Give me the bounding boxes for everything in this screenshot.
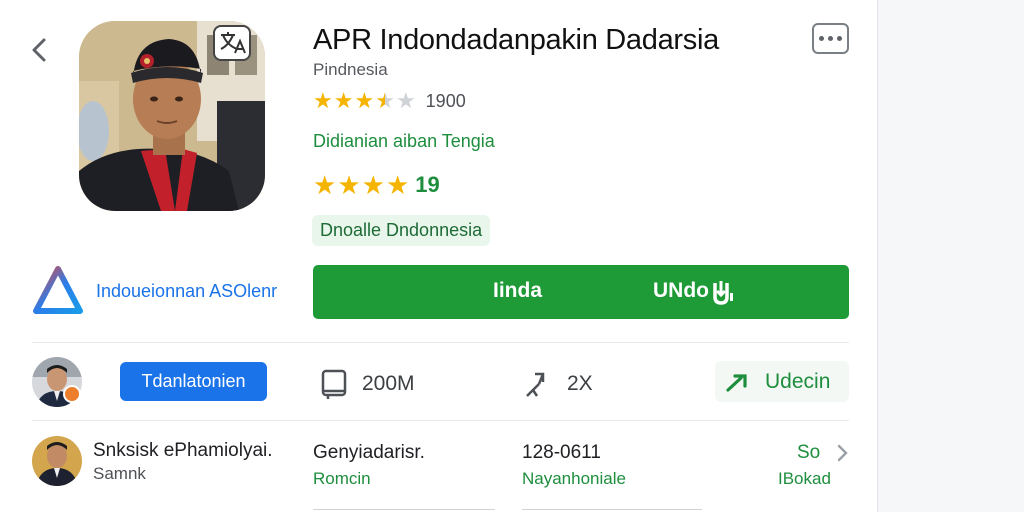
back-button[interactable]: [26, 34, 54, 66]
divider: [313, 509, 495, 510]
follow-button[interactable]: Tdanlatonien: [120, 362, 267, 401]
detail-col4-title: So: [797, 442, 821, 463]
score-stars: ★ ★ ★ ★: [313, 172, 409, 198]
brand-label: Indoueionnan ASOlenr: [96, 280, 278, 301]
detail-col2-sub[interactable]: Romcin: [313, 469, 371, 489]
chevron-right-icon[interactable]: [834, 443, 850, 463]
star-icon: ★: [385, 170, 410, 200]
star-icon: ★: [313, 88, 333, 113]
shares-stat[interactable]: 2X: [523, 368, 593, 400]
rating-stars: ★ ★ ★ ★ ★: [313, 90, 416, 112]
star-icon: ★: [354, 88, 375, 113]
downloads-value: 200M: [362, 372, 415, 395]
update-button[interactable]: Udecin: [715, 361, 849, 402]
book-icon: [321, 369, 347, 399]
score-row: ★ ★ ★ ★ 19: [313, 172, 440, 198]
install-button[interactable]: Iinda UNdo: [313, 265, 849, 319]
star-icon: ★: [361, 170, 385, 200]
update-arrow-icon: [726, 373, 747, 392]
divider: [522, 509, 702, 510]
divider: [32, 420, 849, 421]
detail-col4-sub[interactable]: IBokad: [778, 469, 831, 489]
detail-col3-sub[interactable]: Nayanhoniale: [522, 469, 626, 489]
install-label-left: Iinda: [493, 279, 543, 302]
star-half-icon: ★: [375, 88, 395, 113]
brand-triangle-logo: [33, 266, 83, 314]
score-value: 19: [415, 172, 440, 197]
star-icon: ★: [337, 170, 361, 200]
download-icon: [713, 281, 733, 305]
tag-chip[interactable]: Dnoalle Dndonnesia: [312, 215, 491, 246]
translate-badge-icon: [213, 25, 251, 61]
category-link[interactable]: Didianian aiban Tengia: [313, 131, 495, 152]
detail-col1-title: Snksisk ePhamiolyai.: [93, 440, 273, 461]
back-arrow-icon: [32, 38, 46, 62]
downloads-stat: 200M: [320, 368, 415, 400]
detail-col2-title: Genyiadarisr.: [313, 442, 425, 463]
detail-col3-title: 128-0611: [522, 442, 601, 463]
share-icon: [526, 372, 545, 397]
more-menu-icon: [819, 36, 824, 41]
shares-value: 2X: [567, 372, 593, 395]
star-icon: ★: [333, 88, 354, 113]
developer-name[interactable]: Pindnesia: [313, 60, 388, 80]
star-icon: ★: [313, 170, 337, 200]
rating-count: 1900: [425, 90, 466, 111]
more-menu-button[interactable]: [812, 23, 849, 54]
star-empty-icon: ★: [395, 88, 416, 113]
side-panel: [879, 0, 1024, 512]
app-title: APR Indondadanpakin Dadarsia: [313, 24, 719, 56]
update-label: Udecin: [765, 369, 831, 393]
divider: [32, 342, 849, 343]
avatar[interactable]: [32, 436, 82, 486]
rating-row: ★ ★ ★ ★ ★ 1900: [313, 90, 466, 112]
detail-col1-sub: Samnk: [93, 464, 146, 483]
verified-badge-icon: [63, 385, 81, 403]
install-label-right: UNdo: [653, 279, 709, 302]
app-icon: [79, 21, 265, 211]
app-detail-page: APR Indondadanpakin Dadarsia Pindnesia ★…: [0, 0, 878, 512]
brand-link[interactable]: Indoueionnan ASOlenr: [32, 265, 277, 317]
